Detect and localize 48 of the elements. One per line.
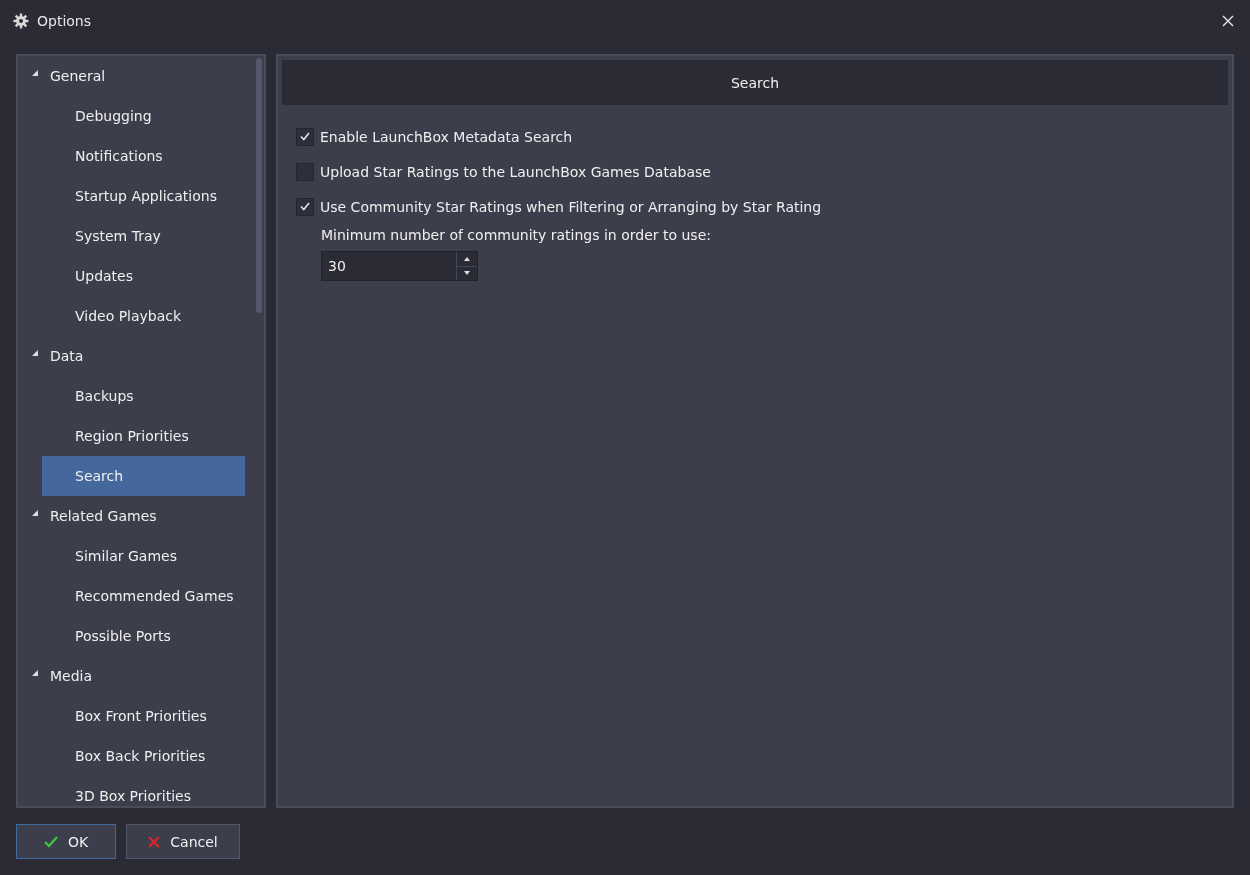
tree-item-label: Data xyxy=(50,348,84,364)
expanded-arrow-icon[interactable] xyxy=(32,350,38,356)
tree-item[interactable]: Video Playback xyxy=(42,296,245,336)
checkbox[interactable] xyxy=(296,127,314,146)
tree-item[interactable]: System Tray xyxy=(42,216,245,256)
tree-item[interactable]: Debugging xyxy=(42,96,245,136)
tree-item[interactable]: Search xyxy=(42,456,245,496)
cancel-button[interactable]: Cancel xyxy=(126,824,240,859)
expanded-arrow-icon[interactable] xyxy=(32,510,38,516)
down-triangle-icon xyxy=(464,271,470,276)
ok-button[interactable]: OK xyxy=(16,824,116,859)
tree-item-label: Related Games xyxy=(50,508,157,524)
tree-item[interactable]: Similar Games xyxy=(42,536,245,576)
checkbox[interactable] xyxy=(296,197,314,216)
tree-item[interactable]: General xyxy=(18,56,231,96)
up-triangle-icon xyxy=(464,256,470,261)
tree-item[interactable]: Possible Ports xyxy=(42,616,245,656)
checkbox-label: Enable LaunchBox Metadata Search xyxy=(320,128,573,145)
expanded-arrow-icon[interactable] xyxy=(32,70,38,76)
checkbox-label: Upload Star Ratings to the LaunchBox Games Database xyxy=(320,163,711,180)
number-spinner[interactable]: 30 xyxy=(321,251,478,281)
tree-item[interactable]: 3D Box Priorities xyxy=(42,776,245,806)
scrollbar-thumb[interactable] xyxy=(256,58,262,313)
expanded-arrow-icon[interactable] xyxy=(32,670,38,676)
check-icon xyxy=(43,835,58,848)
gear-icon xyxy=(13,13,29,29)
checkmark-icon xyxy=(300,132,310,141)
tree-item[interactable]: Backups xyxy=(42,376,245,416)
tree-item[interactable]: Data xyxy=(18,336,231,376)
panel-header: Search xyxy=(282,60,1228,105)
tree-item[interactable]: Notifications xyxy=(42,136,245,176)
checkmark-icon xyxy=(300,202,310,211)
window-title: Options xyxy=(37,13,92,29)
checkbox[interactable] xyxy=(296,162,314,181)
cross-icon xyxy=(148,835,161,848)
tree-item[interactable]: Related Games xyxy=(18,496,231,536)
checkbox-label: Use Community Star Ratings when Filtering or Arranging by Star Rating xyxy=(320,198,822,215)
field-label: Minimum number of community ratings in order to use: xyxy=(321,227,712,243)
tree-item-label: Media xyxy=(50,668,93,684)
tree-item[interactable]: Media xyxy=(18,656,231,696)
tree-item[interactable]: Startup Applications xyxy=(42,176,245,216)
tree-item[interactable]: Updates xyxy=(42,256,245,296)
tree-item[interactable]: Recommended Games xyxy=(42,576,245,616)
tree-item[interactable]: Box Front Priorities xyxy=(42,696,245,736)
tree-item-label: General xyxy=(50,68,106,84)
tree-item[interactable]: Region Priorities xyxy=(42,416,245,456)
close-icon[interactable] xyxy=(1222,15,1234,27)
tree-item[interactable]: Box Back Priorities xyxy=(42,736,245,776)
